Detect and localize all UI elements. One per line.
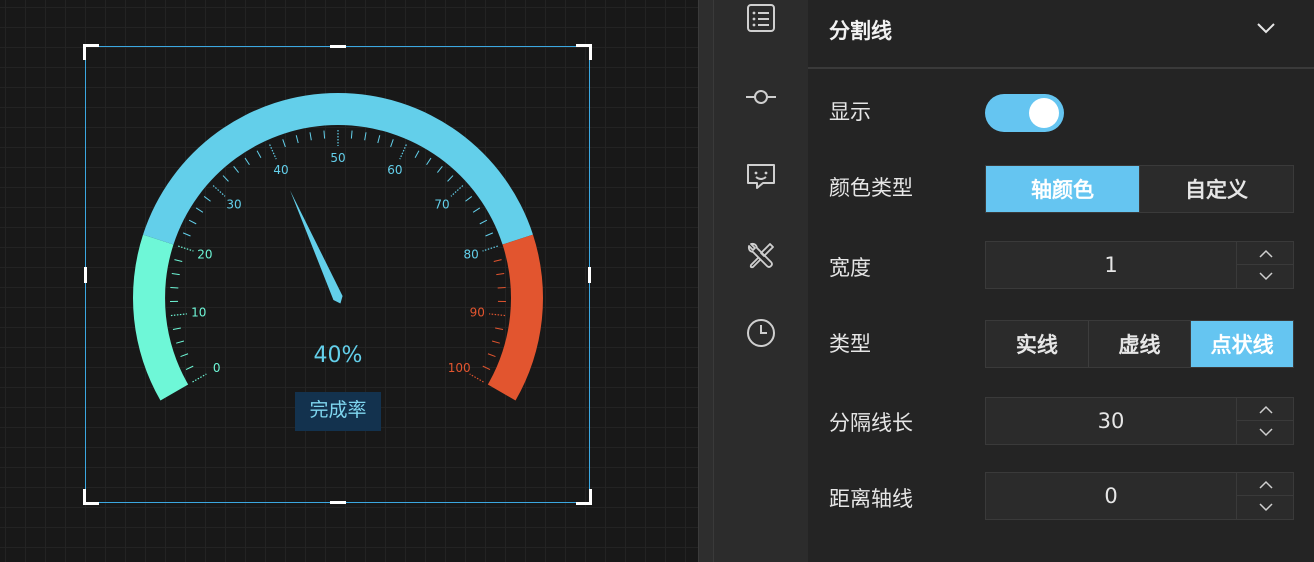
message-icon[interactable] — [745, 160, 777, 192]
section-title: 分割线 — [829, 19, 892, 43]
properties-panel: 分割线 显示 颜色类型 轴颜色 自定义 宽度 1 类型 实线 虚线 点状线 分隔… — [808, 0, 1314, 562]
axis-distance-input[interactable]: 0 — [986, 473, 1236, 519]
show-label: 显示 — [829, 100, 871, 124]
width-label: 宽度 — [829, 256, 871, 280]
split-length-label: 分隔线长 — [829, 411, 913, 435]
decrement-button[interactable] — [1237, 421, 1294, 444]
design-canvas[interactable]: 0 10 20 30 40 50 60 70 80 90 100 40% 完成率 — [0, 0, 698, 562]
chevron-down-icon — [1258, 272, 1273, 281]
chevron-down-icon — [1258, 428, 1273, 437]
decrement-button[interactable] — [1237, 496, 1294, 519]
chevron-up-icon — [1258, 480, 1273, 489]
width-stepper[interactable]: 1 — [985, 241, 1294, 289]
axis-distance-stepper[interactable]: 0 — [985, 472, 1294, 520]
chevron-down-icon[interactable] — [1256, 20, 1276, 36]
split-length-input[interactable]: 30 — [986, 398, 1236, 444]
resize-handle-right[interactable] — [588, 267, 591, 283]
line-type-dashed-button[interactable]: 虚线 — [1089, 321, 1192, 367]
color-type-group: 轴颜色 自定义 — [985, 165, 1294, 213]
resize-handle-top-left[interactable] — [83, 44, 99, 60]
width-input[interactable]: 1 — [986, 242, 1236, 288]
clock-icon[interactable] — [745, 317, 777, 349]
line-type-group: 实线 虚线 点状线 — [985, 320, 1294, 368]
color-type-custom-button[interactable]: 自定义 — [1140, 166, 1293, 212]
increment-button[interactable] — [1237, 398, 1294, 421]
increment-button[interactable] — [1237, 242, 1294, 265]
list-icon[interactable] — [745, 2, 777, 34]
resize-handle-bottom-left[interactable] — [83, 489, 99, 505]
show-toggle[interactable] — [985, 94, 1064, 132]
resize-handle-top[interactable] — [330, 45, 346, 48]
line-type-label: 类型 — [829, 332, 871, 356]
tools-icon[interactable] — [745, 240, 777, 272]
split-length-stepper[interactable]: 30 — [985, 397, 1294, 445]
resize-handle-bottom-right[interactable] — [576, 489, 592, 505]
color-type-axis-button[interactable]: 轴颜色 — [986, 166, 1140, 212]
selection-box[interactable] — [83, 44, 592, 505]
resize-handle-bottom[interactable] — [330, 501, 346, 504]
axis-distance-label: 距离轴线 — [829, 487, 913, 511]
panel-splitter[interactable] — [698, 0, 714, 562]
side-icon-rail — [714, 0, 808, 562]
commit-icon[interactable] — [745, 81, 777, 113]
toggle-knob — [1029, 98, 1059, 128]
chevron-down-icon — [1258, 503, 1273, 512]
color-type-label: 颜色类型 — [829, 176, 913, 200]
section-header[interactable]: 分割线 — [808, 0, 1314, 69]
line-type-dotted-button[interactable]: 点状线 — [1191, 321, 1294, 367]
chevron-up-icon — [1258, 405, 1273, 414]
decrement-button[interactable] — [1237, 265, 1294, 288]
line-type-solid-button[interactable]: 实线 — [986, 321, 1089, 367]
resize-handle-left[interactable] — [84, 267, 87, 283]
chevron-up-icon — [1258, 249, 1273, 258]
resize-handle-top-right[interactable] — [576, 44, 592, 60]
increment-button[interactable] — [1237, 473, 1294, 496]
